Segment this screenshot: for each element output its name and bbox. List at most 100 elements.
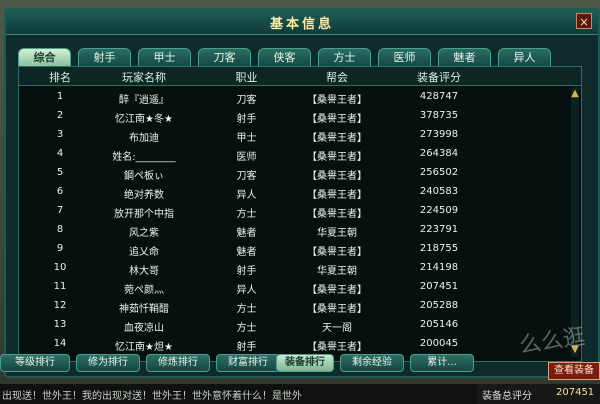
- row-guild: 【桑譽王者】: [307, 152, 367, 163]
- table-row[interactable]: 11 菀ぺ颜灬 异人 【桑譽王者】 207451: [19, 279, 581, 298]
- table-header: 排名 玩家名称 职业 帮会 装备评分: [19, 67, 581, 86]
- row-guild: 【桑譽王者】: [307, 285, 367, 296]
- row-rank: 4: [56, 148, 64, 159]
- row-name: 忆江南★冬★: [115, 114, 173, 125]
- row-rank: 1: [56, 91, 64, 102]
- title-bar: 基本信息 ×: [6, 10, 598, 35]
- row-rank: 3: [56, 129, 64, 140]
- tab-blade[interactable]: 刀客: [198, 48, 251, 66]
- basic-info-window: 基本信息 × 综合 射手 甲士 刀客 侠客 方士 医师 魅者 异人 排名 玩家名…: [4, 8, 600, 378]
- row-name: 林大哥: [129, 266, 159, 277]
- row-guild: 【桑譽王者】: [307, 304, 367, 315]
- table-row[interactable]: 14 忆江南★炟★ 射手 【桑譽王者】 200045: [19, 336, 581, 355]
- ranking-table: 排名 玩家名称 职业 帮会 装备评分 1 醉『逍遥』 刀客 【桑譽王者】 428…: [18, 66, 582, 362]
- row-job: 射手: [236, 266, 257, 277]
- header-score: 装备评分: [417, 71, 461, 84]
- table-row[interactable]: 2 忆江南★冬★ 射手 【桑譽王者】 378735: [19, 108, 581, 127]
- tab-archer[interactable]: 射手: [78, 48, 131, 66]
- row-name: 绝对养数: [124, 190, 164, 201]
- tab-knight[interactable]: 侠客: [258, 48, 311, 66]
- row-name: 布加迪: [129, 133, 159, 144]
- row-name: 鋼ぺ板ぃ: [124, 171, 164, 182]
- row-name: 菀ぺ颜灬: [124, 285, 164, 296]
- table-row[interactable]: 9 追乂命 魅者 【桑譽王者】 218755: [19, 241, 581, 260]
- site-watermark: 么么逛: [517, 324, 587, 359]
- row-name: 神茹忏鞘醋: [119, 304, 169, 315]
- table-row[interactable]: 5 鋼ぺ板ぃ 刀客 【桑譽王者】 256502: [19, 165, 581, 184]
- tab-level-ranking[interactable]: 等级排行: [0, 354, 70, 372]
- row-name: 忆江南★炟★: [115, 342, 173, 353]
- row-score: 240583: [419, 186, 459, 197]
- row-guild: 天一阁: [322, 323, 352, 334]
- table-row[interactable]: 7 放开那个中指 方士 【桑譽王者】 224509: [19, 203, 581, 222]
- row-rank: 5: [56, 167, 64, 178]
- window-title: 基本信息: [269, 17, 334, 32]
- row-name: 血夜凉山: [124, 323, 164, 334]
- row-job: 甲士: [236, 133, 257, 144]
- tab-charmer[interactable]: 魅者: [438, 48, 491, 66]
- row-job: 刀客: [236, 95, 257, 106]
- row-job: 方士: [236, 323, 257, 334]
- tab-training-ranking[interactable]: 修炼排行: [146, 354, 210, 372]
- tab-wealth-ranking[interactable]: 财富排行: [216, 354, 280, 372]
- row-job: 方士: [236, 209, 257, 220]
- header-job: 职业: [235, 71, 258, 84]
- class-tabs: 综合 射手 甲士 刀客 侠客 方士 医师 魅者 异人: [18, 48, 558, 66]
- table-row[interactable]: 10 林大哥 射手 华夏王朝 214198: [19, 260, 581, 279]
- row-guild: 【桑譽王者】: [307, 247, 367, 258]
- row-score: 205288: [419, 300, 459, 311]
- tab-cumulative[interactable]: 累计...: [410, 354, 474, 372]
- row-guild: 【桑譽王者】: [307, 95, 367, 106]
- row-score: 218755: [419, 243, 459, 254]
- table-row[interactable]: 8 风之紫 魅者 华夏王朝 223791: [19, 222, 581, 241]
- row-name: 醉『逍遥』: [119, 95, 169, 106]
- table-rows: 1 醉『逍遥』 刀客 【桑譽王者】 428747 2 忆江南★冬★ 射手 【桑譽…: [19, 89, 581, 355]
- row-score: 205146: [419, 319, 459, 330]
- row-score: 256502: [419, 167, 459, 178]
- scroll-up-icon[interactable]: ▲: [569, 89, 581, 99]
- row-guild: 【桑譽王者】: [307, 209, 367, 220]
- row-job: 射手: [236, 114, 257, 125]
- tab-all[interactable]: 综合: [18, 48, 71, 66]
- tab-armor[interactable]: 甲士: [138, 48, 191, 66]
- row-rank: 2: [56, 110, 64, 121]
- tab-healer[interactable]: 医师: [378, 48, 431, 66]
- tab-cultivation-ranking[interactable]: 修为排行: [76, 354, 140, 372]
- table-row[interactable]: 4 姓名:________ 医师 【桑譽王者】 264384: [19, 146, 581, 165]
- header-rank: 排名: [49, 71, 71, 84]
- row-score: 273998: [419, 129, 459, 140]
- row-rank: 9: [56, 243, 64, 254]
- header-guild: 帮会: [326, 71, 348, 84]
- table-row[interactable]: 13 血夜凉山 方士 天一阁 205146: [19, 317, 581, 336]
- row-score: 224509: [419, 205, 459, 216]
- row-guild: 【桑譽王者】: [307, 190, 367, 201]
- row-score: 207451: [419, 281, 459, 292]
- table-scrollbar[interactable]: ▲ ▼: [571, 87, 579, 357]
- table-row[interactable]: 1 醉『逍遥』 刀客 【桑譽王者】 428747: [19, 89, 581, 108]
- row-name: 放开那个中指: [114, 209, 174, 220]
- header-name: 玩家名称: [122, 71, 166, 84]
- table-row[interactable]: 3 布加迪 甲士 【桑譽王者】 273998: [19, 127, 581, 146]
- table-row[interactable]: 6 绝对养数 异人 【桑譽王者】 240583: [19, 184, 581, 203]
- chat-text: 出现送！世外王！我的出现对送！世外王！世外意怀着什么！是世外: [2, 391, 302, 402]
- ranking-category-tabs: 等级排行 修为排行 修炼排行 财富排行 装备排行 剩余经验 累计...: [0, 354, 600, 372]
- row-guild: 【桑譽王者】: [307, 342, 367, 353]
- total-score-value: 207451: [556, 387, 595, 398]
- tab-equipment-ranking[interactable]: 装备排行: [276, 354, 334, 372]
- row-guild: 【桑譽王者】: [307, 171, 367, 182]
- row-job: 方士: [236, 304, 257, 315]
- table-row[interactable]: 12 神茹忏鞘醋 方士 【桑譽王者】 205288: [19, 298, 581, 317]
- row-score: 428747: [419, 91, 459, 102]
- row-guild: 【桑譽王者】: [307, 133, 367, 144]
- row-rank: 14: [53, 338, 67, 349]
- row-rank: 11: [53, 281, 67, 292]
- tab-odd[interactable]: 异人: [498, 48, 551, 66]
- row-guild: 华夏王朝: [317, 228, 357, 239]
- tab-mage[interactable]: 方士: [318, 48, 371, 66]
- tab-remaining-exp[interactable]: 剩余经验: [340, 354, 404, 372]
- row-job: 射手: [236, 342, 257, 353]
- row-score: 200045: [419, 338, 459, 349]
- total-score-label: 装备总评分: [482, 391, 532, 402]
- close-icon[interactable]: ×: [576, 13, 592, 29]
- row-job: 医师: [236, 152, 257, 163]
